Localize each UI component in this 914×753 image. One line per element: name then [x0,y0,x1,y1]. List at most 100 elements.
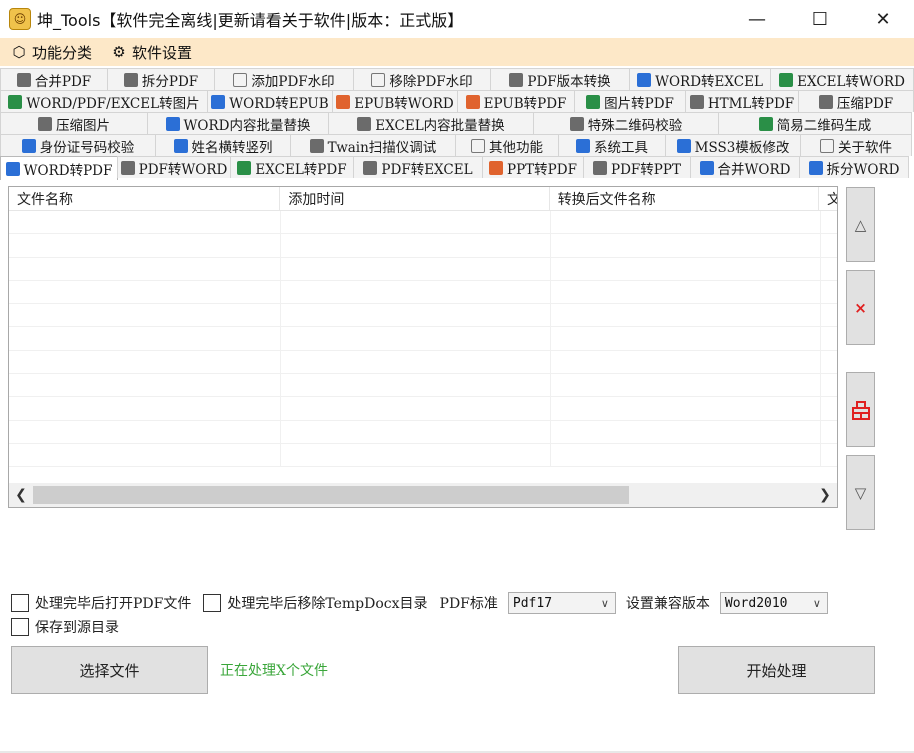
info-icon [820,138,834,153]
empty-row [9,350,837,375]
pdf-standard-select[interactable]: Pdf17 ∨ [507,592,616,614]
tab-row: 身份证号码校验 姓名横转竖列 Twain扫描仪调试 其他功能 系统工具 MSS3模板修改 关… [0,134,914,156]
tab-word-4-6[interactable]: 合并WORD [690,156,800,178]
list-body [9,211,837,483]
list-icon [173,138,188,153]
move-down-button[interactable]: ▽ [846,455,875,530]
open-pdf-after-label: 处理完毕后打开PDF文件 [35,596,192,612]
tab-label: 简易二维码生成 [776,117,872,134]
tab-ppt-4-4[interactable]: PPT转PDF [482,156,584,178]
tab-epub-1-2[interactable]: EPUB转WORD [332,90,458,112]
compat-version-select[interactable]: Word2010 ∨ [719,592,828,614]
tab-pdf-0-4[interactable]: PDF版本转换 [490,68,630,90]
word-icon [637,72,652,87]
menu-software-settings[interactable]: ⚙ 软件设置 [110,42,192,63]
tab-label: WORD/PDF/EXCEL转图片 [26,95,200,112]
empty-cell [281,350,551,374]
save-to-source-label: 保存到源目录 [35,620,119,636]
empty-cell [9,420,281,443]
empty-cell [281,397,551,420]
empty-row [9,420,837,444]
tab-pdf-2-2[interactable]: EXCEL内容批量替换 [328,112,534,134]
word-icon [699,160,714,175]
column-file-name[interactable]: 文件名称 [9,187,281,211]
scroll-right-icon[interactable]: ❯ [813,483,837,507]
tab-image-1-0[interactable]: WORD/PDF/EXCEL转图片 [0,90,208,112]
tab-pdf-4-3[interactable]: PDF转EXCEL [353,156,483,178]
compat-version-label: 设置兼容版本 [625,596,710,612]
empty-cell [281,257,551,280]
tab-word-4-0[interactable]: WORD转PDF [0,156,118,180]
select-files-button[interactable]: 选择文件 [11,646,208,694]
column-truncated[interactable]: 文 [819,187,837,211]
tab-compress-2-0[interactable]: 压缩图片 [0,112,148,134]
tab-word-0-5[interactable]: WORD转EXCEL [629,68,771,90]
maximize-button[interactable]: ☐ [797,0,843,38]
start-processing-button[interactable]: 开始处理 [678,646,875,694]
file-list[interactable]: 文件名称 添加时间 转换后文件名称 文 ❮ ❯ [8,186,838,508]
tab-more-3-3[interactable]: 其他功能 [455,134,559,156]
tab-excel-0-6[interactable]: EXCEL转WORD [770,68,914,90]
empty-cell [281,280,551,304]
tab-word-2-1[interactable]: WORD内容批量替换 [147,112,329,134]
tab-label: EXCEL内容批量替换 [375,117,505,134]
empty-cell [9,397,281,420]
tab-label: PDF转WORD [138,161,228,178]
tab-pdf-0-0[interactable]: 合并PDF [0,68,108,90]
tab-excel-4-2[interactable]: EXCEL转PDF [230,156,354,178]
chevron-down-icon: ∨ [812,596,821,610]
tab-id-card-3-0[interactable]: 身份证号码校验 [0,134,156,156]
tab-info-3-6[interactable]: 关于软件 [800,134,912,156]
empty-cell [281,327,551,350]
options-row-2: 保存到源目录 [11,617,131,637]
scanner-icon [309,138,324,153]
empty-cell [551,443,821,467]
tab-image-1-4[interactable]: 图片转PDF [574,90,686,112]
tab-gear-3-5[interactable]: MSS3模板修改 [665,134,801,156]
tab-pdf-4-1[interactable]: PDF转WORD [117,156,231,178]
empty-cell [281,304,551,327]
delete-button[interactable]: × [846,270,875,345]
scroll-thumb[interactable] [33,486,629,504]
pdf-icon [593,160,608,175]
tab-pdf-4-5[interactable]: PDF转PPT [583,156,691,178]
move-up-button[interactable]: △ [846,187,875,262]
column-converted-name[interactable]: 转换后文件名称 [550,187,820,211]
save-to-source-checkbox[interactable] [11,618,29,636]
tab-scan-2-3[interactable]: 特殊二维码校验 [533,112,719,134]
pdf-standard-value: Pdf17 [512,595,553,611]
tab-word-4-7[interactable]: 拆分WORD [799,156,909,178]
clear-button[interactable] [846,372,875,447]
tab-epub-1-3[interactable]: EPUB转PDF [457,90,575,112]
tab-row: 合并PDF 拆分PDF 添加PDF水印 移除PDF水印 PDF版本转换 WORD转EXCE… [0,68,914,90]
tab-pdf-1-5[interactable]: HTML转PDF [685,90,799,112]
open-pdf-after-checkbox[interactable] [11,594,29,612]
tab-list-3-1[interactable]: 姓名横转竖列 [155,134,291,156]
tab-label: WORD转PDF [23,162,113,179]
scroll-left-icon[interactable]: ❮ [9,483,33,507]
tab-qrcode-2-4[interactable]: 简易二维码生成 [718,112,912,134]
empty-cell [551,304,821,327]
tab-gear-3-4[interactable]: 系统工具 [558,134,666,156]
tab-row: WORD/PDF/EXCEL转图片 WORD转EPUB EPUB转WORD EPUB转… [0,90,914,112]
gear-icon: ⚙ [112,43,126,61]
tab-label: 姓名横转竖列 [191,139,273,156]
menu-function-category[interactable]: ⬡ 功能分类 [10,42,92,63]
tab-compress-1-6[interactable]: 压缩PDF [798,90,914,112]
empty-cell [551,280,821,304]
tab-label: PDF转EXCEL [381,161,473,178]
tab-word-1-1[interactable]: WORD转EPUB [207,90,333,112]
remove-temp-checkbox[interactable] [203,594,222,612]
tab-scanner-3-2[interactable]: Twain扫描仪调试 [290,134,456,156]
minimize-button[interactable]: — [734,0,780,38]
horizontal-scrollbar[interactable]: ❮ ❯ [9,483,837,507]
tab-watermark-0-2[interactable]: 添加PDF水印 [214,68,354,90]
tab-row: 压缩图片 WORD内容批量替换 EXCEL内容批量替换 特殊二维码校验 简易二维码生成 [0,112,914,134]
tab-label: PDF版本转换 [527,73,611,90]
tab-pdf-0-1[interactable]: 拆分PDF [107,68,215,90]
close-button[interactable]: ✕ [860,0,906,38]
scroll-track[interactable] [33,483,813,507]
watermark-icon [371,72,386,87]
column-added-time[interactable]: 添加时间 [280,187,550,211]
tab-watermark-0-3[interactable]: 移除PDF水印 [353,68,491,90]
